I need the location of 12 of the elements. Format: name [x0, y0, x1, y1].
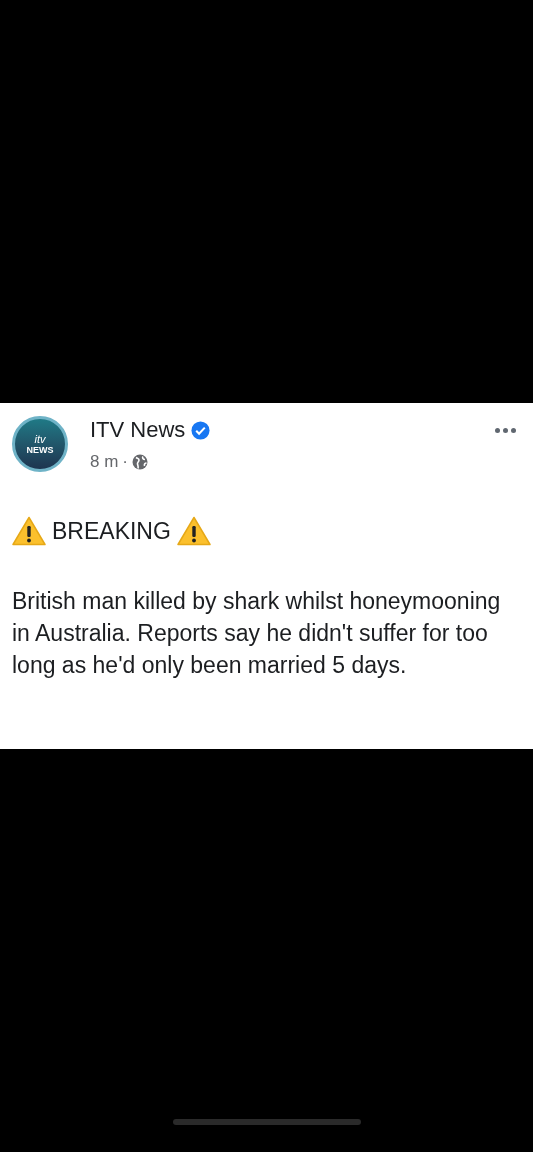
warning-icon	[12, 516, 46, 547]
avatar-logo-text: NEWS	[26, 445, 54, 455]
globe-icon	[132, 453, 148, 470]
post-time[interactable]: 8 m	[90, 453, 119, 470]
post-text: British man killed by shark whilst honeymooning in Australia. Reports say he didn't suffer for too long as he'd only been married 5 days.	[12, 586, 502, 680]
headline: BREAKING	[52, 517, 171, 546]
more-options-button[interactable]	[495, 428, 516, 433]
warning-icon	[176, 516, 211, 547]
author-name[interactable]: ITV News	[90, 419, 186, 441]
avatar[interactable]: itv NEWS	[12, 416, 68, 472]
avatar-logo-text: itv	[34, 433, 46, 445]
separator: ·	[122, 453, 128, 470]
